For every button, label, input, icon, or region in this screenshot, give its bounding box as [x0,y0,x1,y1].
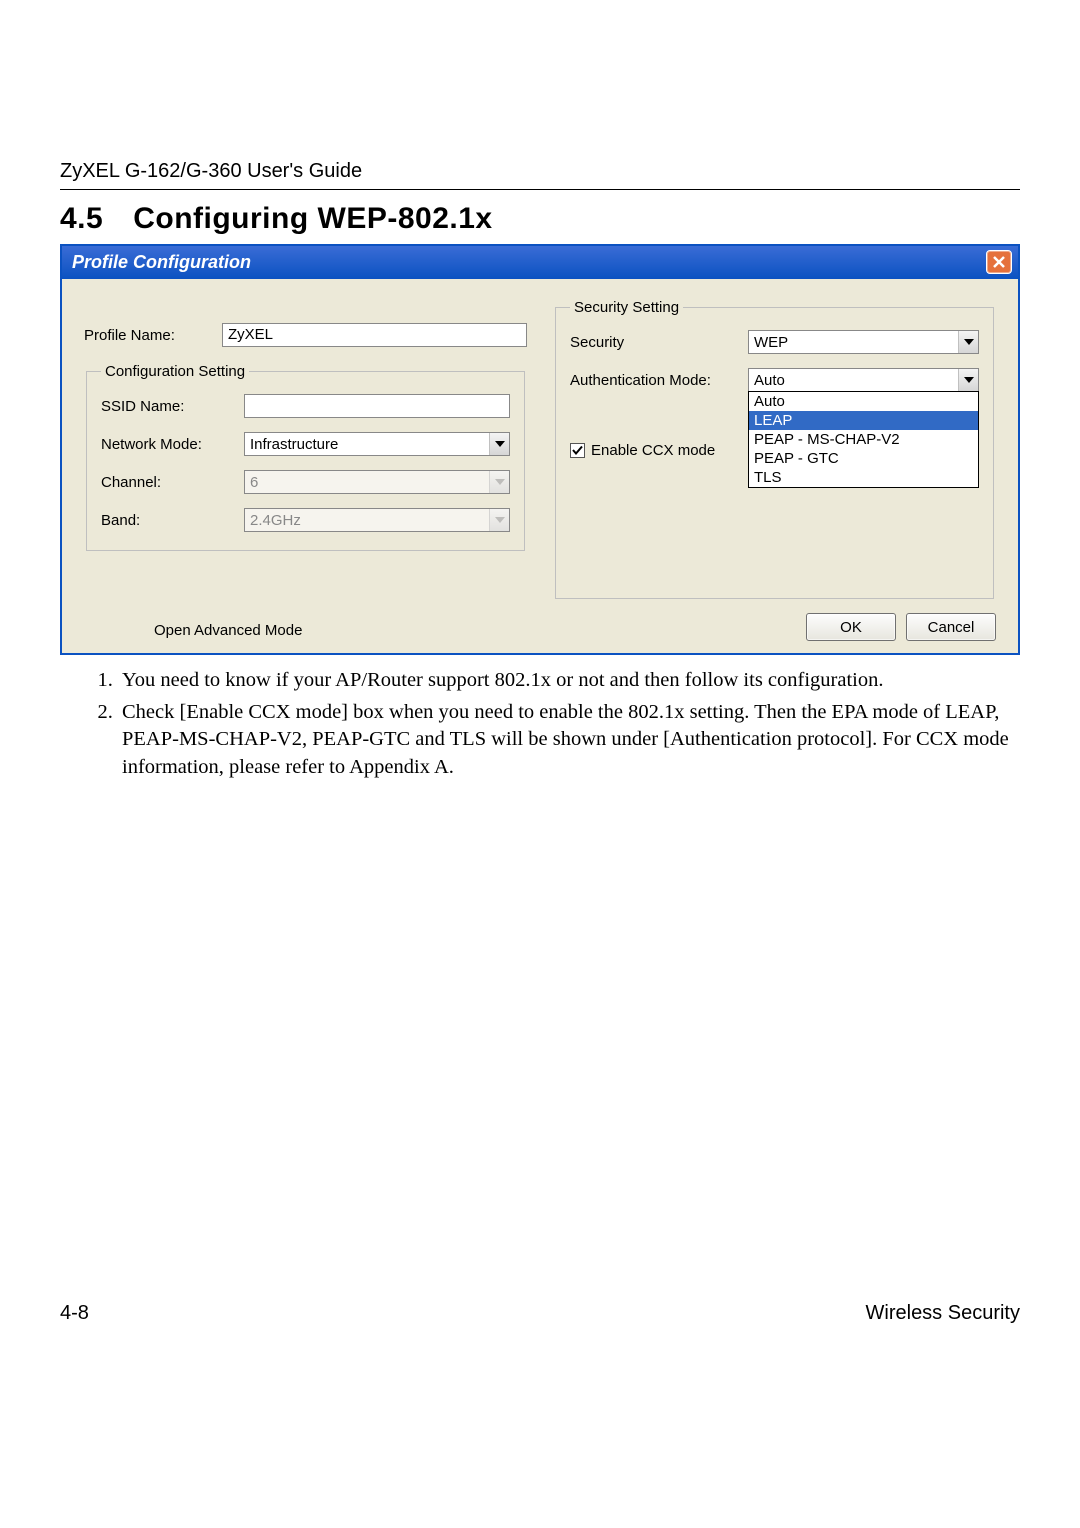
security-setting-group: Security Setting Security WEP Authentica… [555,299,994,599]
auth-mode-option[interactable]: LEAP [749,411,978,430]
security-setting-legend: Security Setting [570,299,683,316]
ssid-input[interactable] [244,394,510,418]
channel-label: Channel: [101,474,236,491]
enable-ccx-checkbox[interactable] [570,443,585,458]
configuration-setting-legend: Configuration Setting [101,363,249,380]
section-title-text: Configuring WEP-802.1x [133,202,492,235]
chevron-down-icon [958,331,978,353]
profile-name-input[interactable]: ZyXEL [222,323,527,347]
chevron-down-icon [958,369,978,391]
chevron-down-icon [489,471,509,493]
band-value: 2.4GHz [250,512,489,529]
security-label: Security [570,334,740,351]
footer-title: Wireless Security [866,1302,1020,1325]
auth-mode-option[interactable]: TLS [749,468,978,487]
running-header: ZyXEL G-162/G-360 User's Guide [60,160,1020,183]
security-value: WEP [754,334,958,351]
band-label: Band: [101,512,236,529]
auth-mode-value: Auto [754,372,958,389]
header-rule [60,189,1020,190]
band-select: 2.4GHz [244,508,510,532]
titlebar[interactable]: Profile Configuration [62,246,1018,279]
auth-mode-option[interactable]: PEAP - GTC [749,449,978,468]
auth-mode-label: Authentication Mode: [570,372,740,389]
note-item: You need to know if your AP/Router suppo… [118,667,1020,695]
section-heading: 4.5 Configuring WEP-802.1x [60,202,1020,236]
channel-select: 6 [244,470,510,494]
ssid-label: SSID Name: [101,398,236,415]
window-title: Profile Configuration [72,252,251,273]
configuration-setting-group: Configuration Setting SSID Name: Network… [86,363,525,551]
open-advanced-mode-link[interactable]: Open Advanced Mode [154,622,302,639]
page-footer: 4-8 Wireless Security [60,1302,1020,1325]
ok-button[interactable]: OK [806,613,896,641]
profile-name-label: Profile Name: [84,327,214,344]
auth-mode-option[interactable]: PEAP - MS-CHAP-V2 [749,430,978,449]
auth-mode-option[interactable]: Auto [749,392,978,411]
cancel-button[interactable]: Cancel [906,613,996,641]
chevron-down-icon [489,433,509,455]
section-number: 4.5 [60,202,103,235]
notes-list: You need to know if your AP/Router suppo… [60,667,1020,782]
profile-configuration-dialog: Profile Configuration Profile Name: ZyXE… [60,244,1020,655]
enable-ccx-label: Enable CCX mode [591,442,715,459]
auth-mode-dropdown[interactable]: AutoLEAPPEAP - MS-CHAP-V2PEAP - GTCTLS [748,391,979,488]
security-select[interactable]: WEP [748,330,979,354]
channel-value: 6 [250,474,489,491]
network-mode-select[interactable]: Infrastructure [244,432,510,456]
network-mode-label: Network Mode: [101,436,236,453]
chevron-down-icon [489,509,509,531]
network-mode-value: Infrastructure [250,436,489,453]
page-number: 4-8 [60,1302,89,1325]
close-icon[interactable] [986,250,1012,274]
note-item: Check [Enable CCX mode] box when you nee… [118,699,1020,782]
auth-mode-select[interactable]: Auto AutoLEAPPEAP - MS-CHAP-V2PEAP - GTC… [748,368,979,392]
